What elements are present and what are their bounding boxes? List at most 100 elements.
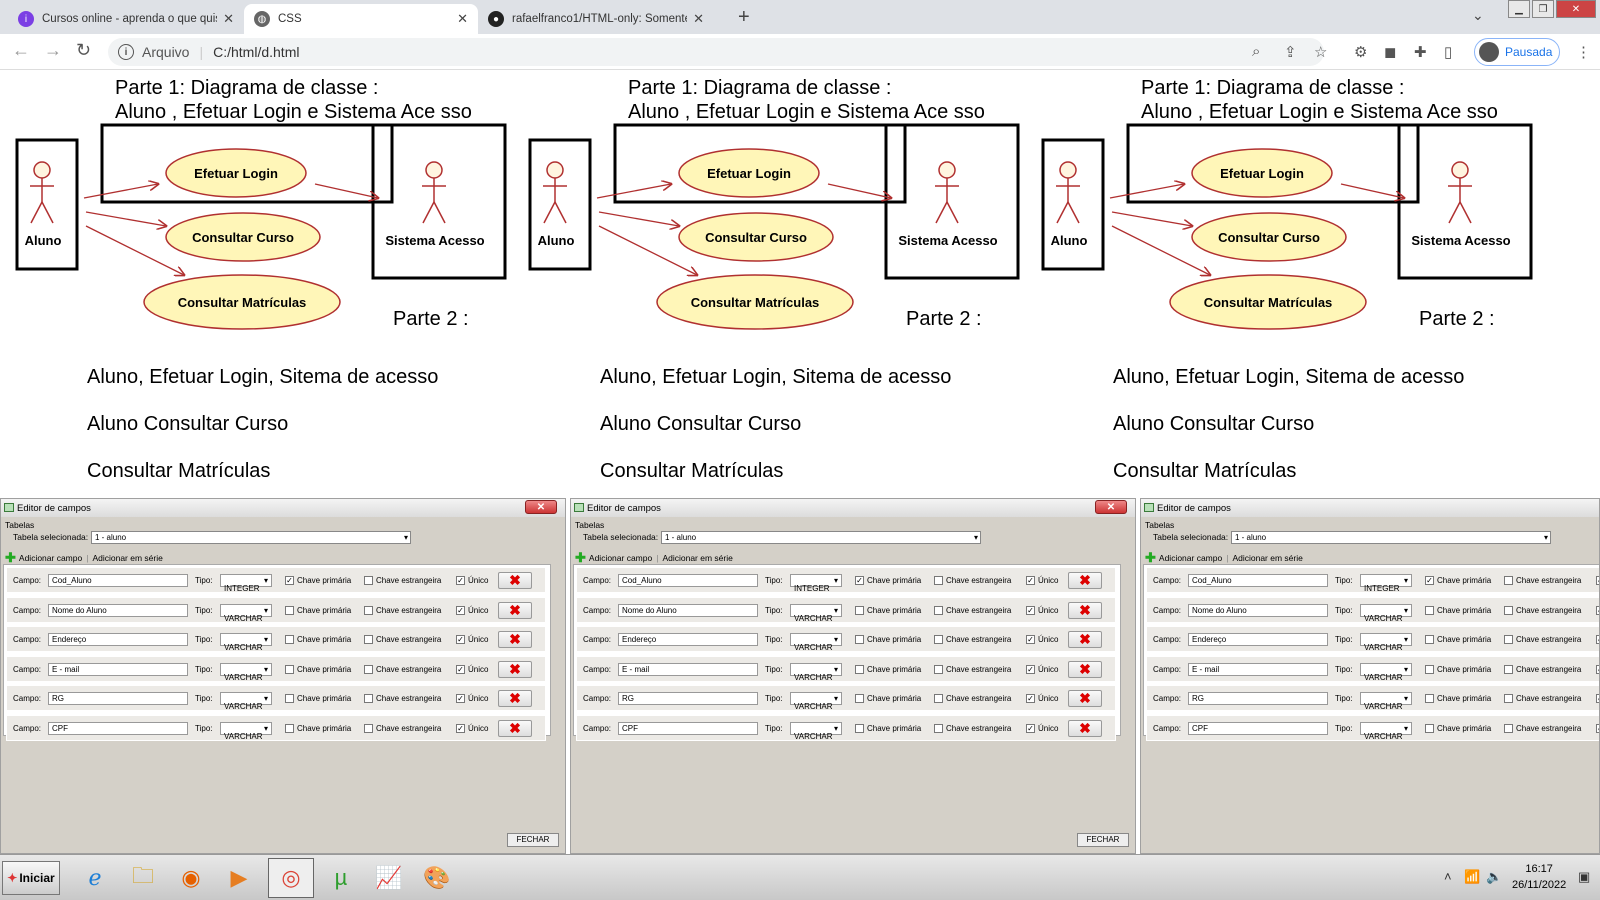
clock[interactable]: 16:17 26/11/2022 <box>1512 861 1566 893</box>
extension-icon[interactable]: ⚙ <box>1354 43 1367 61</box>
pk-checkbox[interactable] <box>285 723 294 733</box>
unique-checkbox[interactable]: ✓ <box>1026 635 1035 644</box>
unique-checkbox[interactable]: ✓ <box>1596 635 1599 644</box>
field-type-select[interactable]: VARCHAR ▾ <box>1360 633 1412 652</box>
fk-checkbox[interactable] <box>934 694 943 703</box>
unique-checkbox[interactable]: ✓ <box>456 635 465 644</box>
reload-icon[interactable]: ↻ <box>76 40 91 61</box>
delete-field-button[interactable]: ✖ <box>498 690 532 707</box>
fk-checkbox[interactable] <box>1504 635 1513 644</box>
delete-field-button[interactable]: ✖ <box>1068 572 1102 589</box>
unique-checkbox[interactable]: ✓ <box>1596 694 1599 703</box>
field-name-input[interactable]: Endereço <box>1188 633 1328 646</box>
share-icon[interactable]: ⇪ <box>1284 43 1297 61</box>
unique-checkbox[interactable]: ✓ <box>1026 694 1035 703</box>
field-name-input[interactable]: CPF <box>618 721 758 735</box>
ie-icon[interactable]: ℯ <box>72 858 118 898</box>
field-name-input[interactable]: Nome do Aluno <box>618 603 758 617</box>
fk-checkbox[interactable] <box>1504 605 1513 615</box>
close-icon[interactable]: ✕ <box>457 11 468 27</box>
pk-checkbox[interactable]: ✓ <box>1425 576 1434 585</box>
unique-checkbox[interactable]: ✓ <box>456 605 465 615</box>
fk-checkbox[interactable] <box>364 664 373 674</box>
tab-alura[interactable]: i Cursos online - aprenda o que quiser ✕ <box>8 4 244 34</box>
add-series-button[interactable]: Adicionar em série <box>662 553 732 563</box>
field-type-select[interactable]: VARCHAR ▾ <box>790 662 842 682</box>
unique-checkbox[interactable]: ✓ <box>1026 723 1035 733</box>
field-name-input[interactable]: Nome do Aluno <box>1188 603 1328 617</box>
pk-checkbox[interactable] <box>855 723 864 733</box>
delete-field-button[interactable]: ✖ <box>1068 631 1102 648</box>
field-type-select[interactable]: VARCHAR ▾ <box>790 633 842 652</box>
close-button[interactable]: FECHAR <box>507 833 559 847</box>
puzzle-icon[interactable]: ✚ <box>1414 43 1427 61</box>
new-tab-button[interactable]: + <box>738 6 750 29</box>
pk-checkbox[interactable] <box>855 694 864 703</box>
pk-checkbox[interactable] <box>1425 635 1434 644</box>
field-type-select[interactable]: VARCHAR ▾ <box>220 603 272 623</box>
fk-checkbox[interactable] <box>1504 723 1513 733</box>
chevron-down-icon[interactable]: ⌄ <box>1472 7 1484 24</box>
field-type-select[interactable]: VARCHAR ▾ <box>220 721 272 741</box>
side-panel-icon[interactable]: ▯ <box>1444 43 1452 61</box>
zoom-icon[interactable]: ⌕ <box>1252 43 1260 60</box>
add-field-button[interactable]: Adicionar campo <box>589 553 652 563</box>
field-type-select[interactable]: INTEGER ▾ <box>790 574 842 593</box>
fk-checkbox[interactable] <box>364 605 373 615</box>
field-name-input[interactable]: E - mail <box>1188 662 1328 676</box>
field-type-select[interactable]: VARCHAR ▾ <box>220 692 272 711</box>
pk-checkbox[interactable] <box>1425 605 1434 615</box>
table-select[interactable]: 1 - aluno ▾ <box>1231 531 1551 544</box>
fk-checkbox[interactable] <box>934 576 943 585</box>
table-select[interactable]: 1 - aluno ▾ <box>661 531 981 544</box>
unique-checkbox[interactable]: ✓ <box>1596 723 1599 733</box>
field-name-input[interactable]: RG <box>48 692 188 705</box>
fk-checkbox[interactable] <box>364 576 373 585</box>
field-type-select[interactable]: VARCHAR ▾ <box>790 603 842 623</box>
unique-checkbox[interactable]: ✓ <box>456 694 465 703</box>
pk-checkbox[interactable] <box>1425 694 1434 703</box>
pk-checkbox[interactable] <box>285 664 294 674</box>
field-type-select[interactable]: VARCHAR ▾ <box>1360 662 1412 682</box>
close-icon[interactable]: ✕ <box>525 500 557 514</box>
field-name-input[interactable]: Cod_Aluno <box>618 574 758 587</box>
forward-icon[interactable]: → <box>44 40 62 61</box>
fk-checkbox[interactable] <box>1504 694 1513 703</box>
unique-checkbox[interactable]: ✓ <box>1026 605 1035 615</box>
field-type-select[interactable]: VARCHAR ▾ <box>220 633 272 652</box>
unique-checkbox[interactable]: ✓ <box>1596 605 1599 615</box>
minimize-button[interactable]: ▁ <box>1508 0 1530 18</box>
fk-checkbox[interactable] <box>364 694 373 703</box>
back-icon[interactable]: ← <box>12 40 30 61</box>
fk-checkbox[interactable] <box>934 635 943 644</box>
chart-app-icon[interactable]: 📈 <box>366 858 412 898</box>
pk-checkbox[interactable]: ✓ <box>285 576 294 585</box>
show-desktop-icon[interactable]: ▣ <box>1578 869 1590 885</box>
add-field-button[interactable]: Adicionar campo <box>1159 553 1222 563</box>
pk-checkbox[interactable] <box>285 694 294 703</box>
star-icon[interactable]: ☆ <box>1314 43 1327 61</box>
field-type-select[interactable]: VARCHAR ▾ <box>220 662 272 682</box>
fk-checkbox[interactable] <box>934 723 943 733</box>
restore-button[interactable]: ❐ <box>1532 0 1554 18</box>
unique-checkbox[interactable]: ✓ <box>1596 664 1599 674</box>
close-icon[interactable]: ✕ <box>693 11 704 27</box>
delete-field-button[interactable]: ✖ <box>1068 719 1102 737</box>
fk-checkbox[interactable] <box>364 635 373 644</box>
menu-icon[interactable]: ⋮ <box>1576 43 1591 61</box>
folder-icon[interactable]: 🗀 <box>120 858 166 898</box>
network-icon[interactable]: 📶 <box>1464 869 1480 885</box>
field-type-select[interactable]: VARCHAR ▾ <box>790 721 842 741</box>
field-name-input[interactable]: Cod_Aluno <box>48 574 188 587</box>
delete-field-button[interactable]: ✖ <box>1068 660 1102 678</box>
field-type-select[interactable]: INTEGER ▾ <box>220 574 272 593</box>
utorrent-icon[interactable]: µ <box>318 858 364 898</box>
show-hidden-icon[interactable]: ˄ <box>1444 869 1452 884</box>
unique-checkbox[interactable]: ✓ <box>1026 664 1035 674</box>
unique-checkbox[interactable]: ✓ <box>456 723 465 733</box>
fk-checkbox[interactable] <box>934 664 943 674</box>
close-icon[interactable]: ✕ <box>223 11 234 27</box>
close-icon[interactable]: ✕ <box>1095 500 1127 514</box>
field-type-select[interactable]: INTEGER ▾ <box>1360 574 1412 593</box>
unique-checkbox[interactable]: ✓ <box>1596 576 1599 585</box>
